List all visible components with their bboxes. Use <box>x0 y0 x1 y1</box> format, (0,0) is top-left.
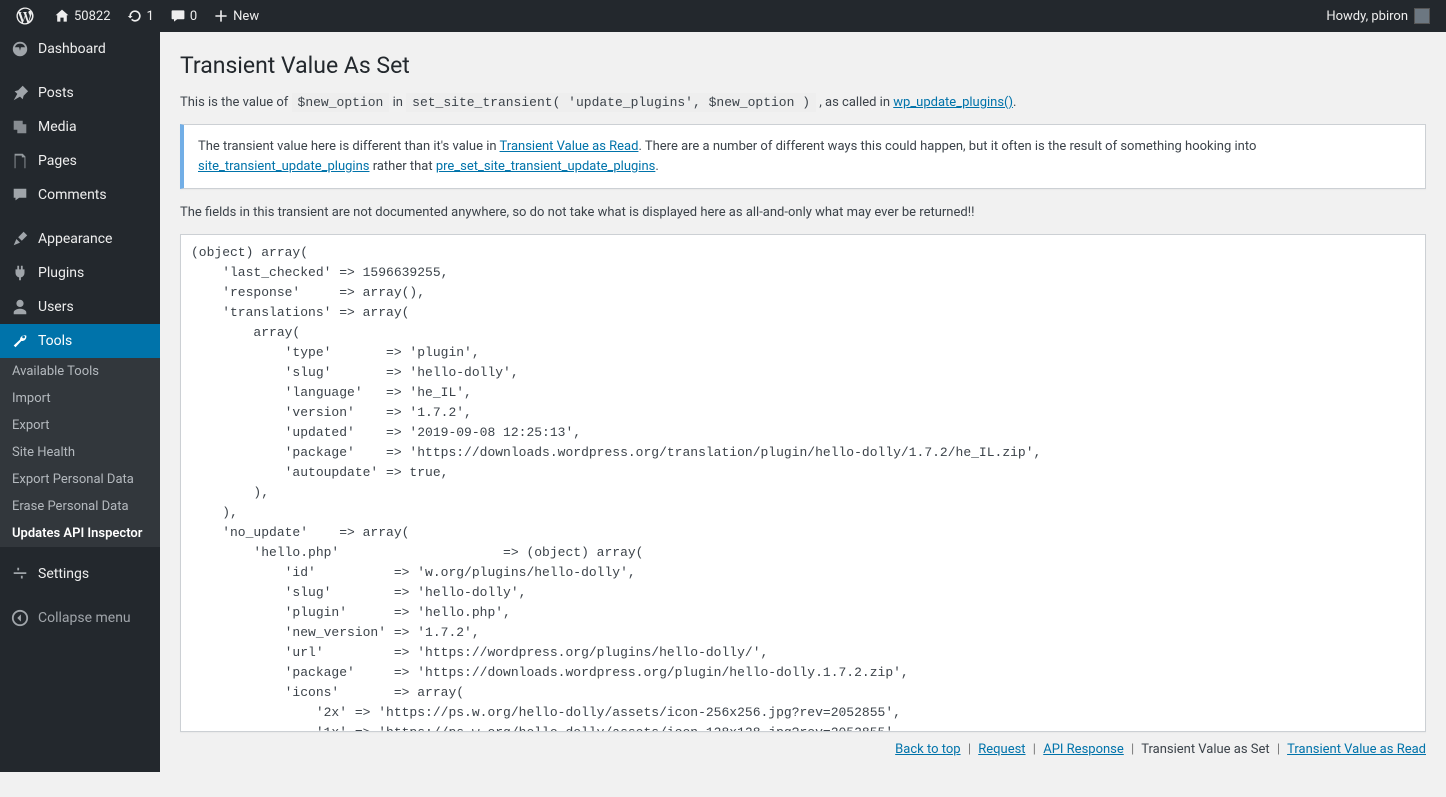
howdy-text: Howdy, pbiron <box>1326 9 1408 24</box>
tools-submenu: Available Tools Import Export Site Healt… <box>0 358 160 547</box>
site-name-text: 50822 <box>74 9 111 24</box>
media-icon <box>10 118 30 136</box>
link-wp-update-plugins[interactable]: wp_update_plugins() <box>893 95 1013 110</box>
transient-code-block[interactable]: (object) array( 'last_checked' => 159663… <box>180 234 1426 732</box>
sidebar-item-comments[interactable]: Comments <box>0 178 160 212</box>
settings-icon <box>10 565 30 583</box>
collapse-label: Collapse menu <box>38 610 131 626</box>
sidebar-item-posts[interactable]: Posts <box>0 76 160 110</box>
sidebar-label: Dashboard <box>38 41 106 57</box>
sidebar-label: Media <box>38 119 77 135</box>
wp-logo[interactable] <box>8 0 46 32</box>
sidebar-item-tools[interactable]: Tools <box>0 324 160 358</box>
submenu-erase-personal-data[interactable]: Erase Personal Data <box>0 493 160 520</box>
link-site-transient-update-plugins[interactable]: site_transient_update_plugins <box>198 159 369 174</box>
sidebar-label: Settings <box>38 566 89 582</box>
submenu-export-personal-data[interactable]: Export Personal Data <box>0 466 160 493</box>
wordpress-icon <box>16 7 34 25</box>
sidebar-label: Comments <box>38 187 107 203</box>
admin-bar: 50822 1 0 New Howdy, pbiron <box>0 0 1446 32</box>
submenu-available-tools[interactable]: Available Tools <box>0 358 160 385</box>
account-menu[interactable]: Howdy, pbiron <box>1318 0 1438 32</box>
home-icon <box>54 8 70 24</box>
comments-icon <box>10 186 30 204</box>
collapse-menu[interactable]: Collapse menu <box>0 601 160 635</box>
code-new-option: $new_option <box>292 93 390 112</box>
sidebar-label: Appearance <box>38 231 112 247</box>
page-title: Transient Value As Set <box>180 52 1426 79</box>
dashboard-icon <box>10 40 30 58</box>
page-icon <box>10 152 30 170</box>
content-area: Transient Value As Set This is the value… <box>160 0 1446 797</box>
collapse-icon <box>10 609 30 627</box>
code-set-site-transient: set_site_transient( 'update_plugins', $n… <box>406 93 816 112</box>
submenu-export[interactable]: Export <box>0 412 160 439</box>
plus-icon <box>213 8 229 24</box>
sidebar-item-settings[interactable]: Settings <box>0 557 160 591</box>
comment-icon <box>170 8 186 24</box>
updates-count: 1 <box>147 9 154 24</box>
sidebar-item-appearance[interactable]: Appearance <box>0 222 160 256</box>
new-content[interactable]: New <box>205 0 267 32</box>
link-transient-value-read[interactable]: Transient Value as Read <box>1287 742 1426 757</box>
wrench-icon <box>10 332 30 350</box>
submenu-updates-api-inspector[interactable]: Updates API Inspector <box>0 520 160 547</box>
user-icon <box>10 298 30 316</box>
sidebar-item-plugins[interactable]: Plugins <box>0 256 160 290</box>
updates-indicator[interactable]: 1 <box>119 0 162 32</box>
admin-sidebar: Dashboard Posts Media Pages Comments App… <box>0 32 160 772</box>
bottom-nav-links: Back to top | Request | API Response | T… <box>180 742 1426 757</box>
submenu-site-health[interactable]: Site Health <box>0 439 160 466</box>
link-transient-value-as-read[interactable]: Transient Value as Read <box>500 139 639 154</box>
sidebar-label: Pages <box>38 153 77 169</box>
comments-indicator[interactable]: 0 <box>162 0 205 32</box>
notice-info: The transient value here is different th… <box>180 124 1426 189</box>
sidebar-label: Plugins <box>38 265 84 281</box>
submenu-import[interactable]: Import <box>0 385 160 412</box>
brush-icon <box>10 230 30 248</box>
sidebar-item-media[interactable]: Media <box>0 110 160 144</box>
site-name[interactable]: 50822 <box>46 0 119 32</box>
link-pre-set-site-transient-update-plugins[interactable]: pre_set_site_transient_update_plugins <box>436 159 656 174</box>
current-view-label: Transient Value as Set <box>1141 742 1269 757</box>
sidebar-item-dashboard[interactable]: Dashboard <box>0 32 160 66</box>
avatar <box>1414 8 1430 24</box>
sidebar-item-users[interactable]: Users <box>0 290 160 324</box>
caveat-paragraph: The fields in this transient are not doc… <box>180 205 1426 220</box>
new-label: New <box>233 9 259 24</box>
plug-icon <box>10 264 30 282</box>
pin-icon <box>10 84 30 102</box>
sidebar-item-pages[interactable]: Pages <box>0 144 160 178</box>
sidebar-label: Users <box>38 299 74 315</box>
link-api-response[interactable]: API Response <box>1043 742 1124 757</box>
link-request[interactable]: Request <box>978 742 1025 757</box>
refresh-icon <box>127 8 143 24</box>
comments-count: 0 <box>190 9 197 24</box>
sidebar-label: Posts <box>38 85 74 101</box>
link-back-to-top[interactable]: Back to top <box>895 742 960 757</box>
sidebar-label: Tools <box>38 333 72 349</box>
intro-paragraph: This is the value of $new_option in set_… <box>180 95 1426 110</box>
